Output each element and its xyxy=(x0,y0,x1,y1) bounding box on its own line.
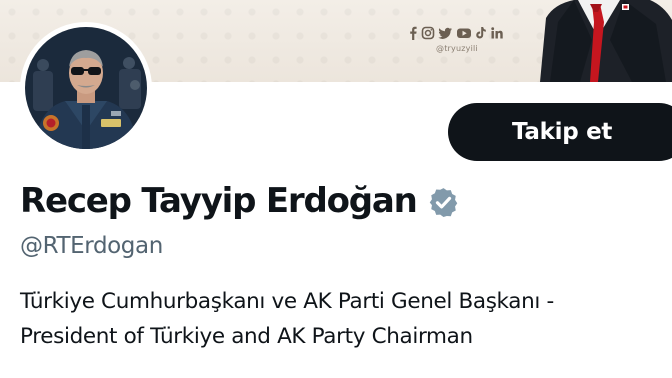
banner-portrait xyxy=(540,0,672,82)
banner-handle-watermark: @tryuzyili xyxy=(436,44,478,53)
linkedin-icon xyxy=(491,27,503,39)
follow-button-label: Takip et xyxy=(512,119,613,145)
display-name-row: Recep Tayyip Erdoğan xyxy=(20,178,460,224)
instagram-icon xyxy=(421,26,435,40)
bio-line-1: Türkiye Cumhurbaşkanı ve AK Parti Genel … xyxy=(20,289,554,314)
avatar[interactable] xyxy=(25,27,147,149)
twitter-icon xyxy=(438,27,452,39)
display-name: Recep Tayyip Erdoğan xyxy=(20,181,418,221)
bio-line-2: President of Türkiye and AK Party Chairm… xyxy=(20,324,473,349)
tiktok-icon xyxy=(476,27,486,39)
username: @RTErdogan xyxy=(20,233,163,259)
profile-bio: Türkiye Cumhurbaşkanı ve AK Parti Genel … xyxy=(20,284,660,354)
follow-button[interactable]: Takip et xyxy=(448,103,672,161)
facebook-icon xyxy=(410,26,417,40)
youtube-icon xyxy=(457,28,471,38)
avatar-frame xyxy=(20,22,152,154)
verified-badge-icon xyxy=(429,187,457,217)
social-icons-row xyxy=(408,24,504,42)
